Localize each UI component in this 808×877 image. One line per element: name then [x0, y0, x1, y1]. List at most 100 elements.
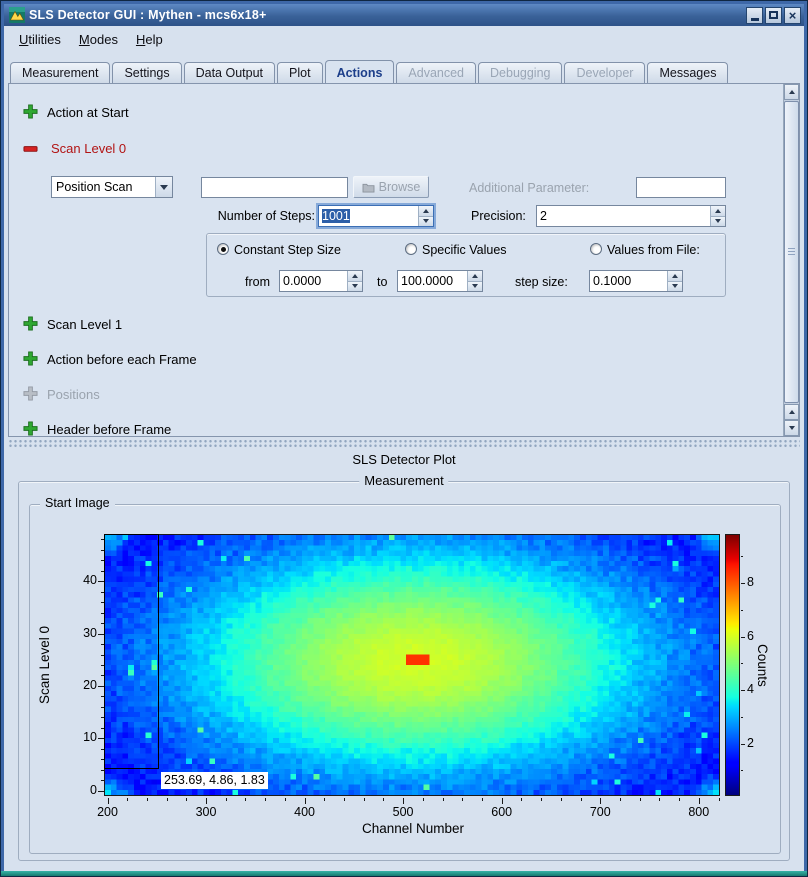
action-at-start-label[interactable]: Action at Start — [47, 105, 129, 120]
colorbar-tick — [741, 583, 745, 584]
y-minor-tick — [101, 592, 104, 593]
x-tick-label: 500 — [382, 805, 424, 819]
x-minor-tick — [640, 798, 641, 801]
scan-script-input[interactable] — [201, 177, 348, 198]
from-label: from — [245, 275, 270, 289]
scan-level-1-label[interactable]: Scan Level 1 — [47, 317, 122, 332]
from-spinbox[interactable]: 0.0000 — [279, 270, 363, 292]
expand-plus-icon[interactable] — [23, 316, 38, 331]
x-major-tick — [403, 798, 404, 804]
scroll-up-button[interactable] — [784, 84, 799, 100]
y-minor-tick — [101, 644, 104, 645]
spin-up-button[interactable] — [711, 206, 725, 217]
x-minor-tick — [719, 798, 720, 801]
chevron-down-icon — [160, 185, 168, 190]
close-icon: × — [789, 9, 797, 22]
y-minor-tick — [101, 696, 104, 697]
minimize-button[interactable] — [746, 7, 763, 24]
spin-down-button[interactable] — [419, 217, 433, 227]
x-major-tick — [699, 798, 700, 804]
radio-constant-step-size[interactable] — [217, 243, 229, 255]
menu-utilities[interactable]: Utilities — [10, 29, 70, 50]
maximize-button[interactable] — [765, 7, 782, 24]
expand-plus-icon[interactable] — [23, 421, 38, 436]
heatmap-plot[interactable]: Scan Level 0 Channel Number Counts 253.6… — [31, 509, 779, 851]
up-arrow-icon — [715, 209, 721, 213]
title-bar[interactable]: SLS Detector GUI : Mythen - mcs6x18+ × — [4, 4, 804, 26]
x-minor-tick — [226, 798, 227, 801]
start-image-group-title: Start Image — [40, 496, 115, 510]
spin-up-button[interactable] — [668, 271, 682, 282]
close-button[interactable]: × — [784, 7, 801, 24]
from-value[interactable]: 0.0000 — [280, 271, 347, 291]
spin-buttons[interactable] — [418, 206, 433, 226]
maximize-icon — [769, 11, 778, 19]
tab-actions[interactable]: Actions — [325, 60, 395, 83]
step-size-value[interactable]: 0.1000 — [590, 271, 667, 291]
expand-plus-icon-disabled — [23, 386, 38, 401]
spin-down-button[interactable] — [668, 282, 682, 292]
x-minor-tick — [324, 798, 325, 801]
x-axis-label: Channel Number — [105, 821, 721, 836]
spin-up-button[interactable] — [348, 271, 362, 282]
expand-plus-icon[interactable] — [23, 351, 38, 366]
tab-settings[interactable]: Settings — [112, 62, 181, 83]
scan-level-0-label[interactable]: Scan Level 0 — [51, 141, 126, 156]
x-minor-tick — [581, 798, 582, 801]
radio-values-from-file[interactable] — [590, 243, 602, 255]
to-spinbox[interactable]: 100.0000 — [397, 270, 483, 292]
x-minor-tick — [659, 798, 660, 801]
spin-up-button[interactable] — [468, 271, 482, 282]
colorbar-minor-tick — [741, 717, 743, 718]
y-minor-tick — [101, 613, 104, 614]
tab-measurement[interactable]: Measurement — [10, 62, 110, 83]
scrollbar-thumb[interactable] — [784, 101, 799, 403]
down-arrow-icon — [672, 284, 678, 288]
y-minor-tick — [101, 539, 104, 540]
step-size-spinbox[interactable]: 0.1000 — [589, 270, 683, 292]
menu-modes[interactable]: Modes — [70, 29, 127, 50]
y-major-tick — [98, 738, 104, 739]
tab-data-output[interactable]: Data Output — [184, 62, 275, 83]
scroll-down-button[interactable] — [784, 420, 799, 436]
action-before-frame-label[interactable]: Action before each Frame — [47, 352, 197, 367]
browse-label: Browse — [379, 180, 421, 194]
combo-button[interactable] — [155, 177, 172, 197]
splitter-handle[interactable] — [8, 439, 800, 448]
x-minor-tick — [344, 798, 345, 801]
menu-bar: UtilitiesModesHelp — [4, 26, 804, 52]
folder-icon — [362, 182, 375, 193]
spin-down-button[interactable] — [468, 282, 482, 292]
vertical-scrollbar[interactable] — [783, 84, 799, 436]
number-of-steps-spinbox[interactable]: 1001 — [318, 205, 434, 227]
y-tick-label: 0 — [57, 783, 97, 797]
spin-buttons[interactable] — [347, 271, 362, 291]
scroll-up-button-secondary[interactable] — [784, 404, 799, 420]
up-arrow-icon — [789, 410, 795, 414]
expand-plus-icon[interactable] — [23, 104, 38, 119]
y-minor-tick — [101, 602, 104, 603]
number-of-steps-value[interactable]: 1001 — [319, 206, 418, 226]
menu-help[interactable]: Help — [127, 29, 172, 50]
precision-value[interactable]: 2 — [537, 206, 710, 226]
spin-down-button[interactable] — [348, 282, 362, 292]
header-before-frame-label[interactable]: Header before Frame — [47, 422, 171, 437]
spin-buttons[interactable] — [667, 271, 682, 291]
spin-down-button[interactable] — [711, 217, 725, 227]
radio-specific-values[interactable] — [405, 243, 417, 255]
tab-messages[interactable]: Messages — [647, 62, 728, 83]
tab-plot[interactable]: Plot — [277, 62, 323, 83]
x-minor-tick — [541, 798, 542, 801]
spin-buttons[interactable] — [710, 206, 725, 226]
additional-parameter-input[interactable] — [636, 177, 726, 198]
scan-mode-select[interactable]: Position Scan — [51, 176, 173, 198]
colorbar — [725, 534, 740, 796]
heatmap-canvas[interactable] — [104, 534, 720, 796]
collapse-minus-icon[interactable] — [23, 141, 38, 156]
spin-up-button[interactable] — [419, 206, 433, 217]
y-minor-tick — [101, 770, 104, 771]
to-value[interactable]: 100.0000 — [398, 271, 467, 291]
y-minor-tick — [101, 780, 104, 781]
spin-buttons[interactable] — [467, 271, 482, 291]
precision-spinbox[interactable]: 2 — [536, 205, 726, 227]
